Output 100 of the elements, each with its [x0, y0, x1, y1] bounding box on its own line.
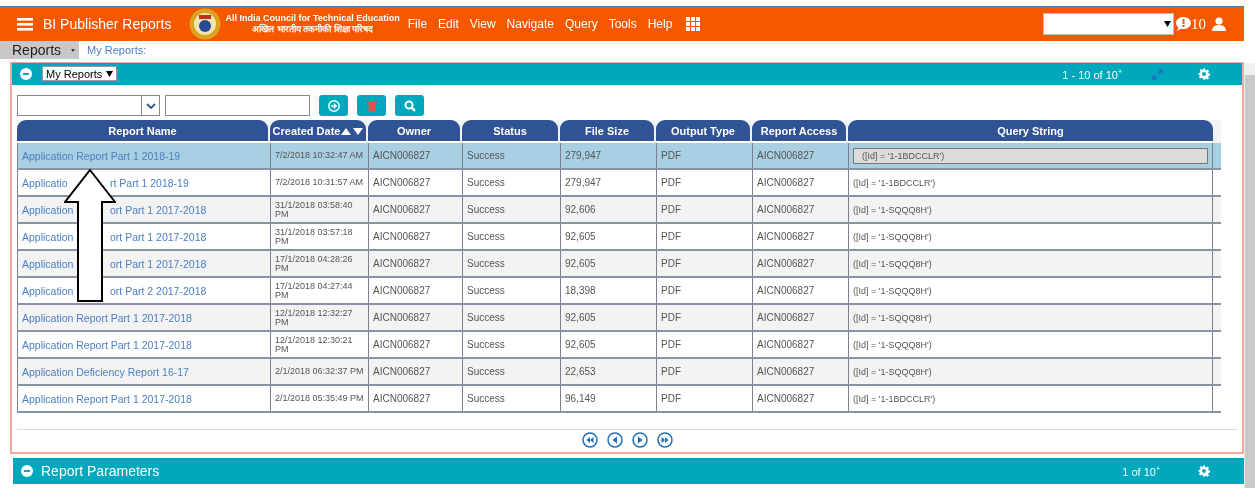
menu-icon[interactable] — [17, 17, 33, 31]
column-header[interactable]: Created Date — [270, 120, 366, 143]
query-field[interactable]: ([Id] = '1-1BDCCLR') — [853, 147, 1208, 164]
collapse-icon[interactable] — [21, 465, 33, 477]
go-button[interactable] — [319, 95, 348, 116]
last-page-icon[interactable] — [656, 432, 673, 448]
view-select[interactable]: My Reports — [42, 66, 118, 81]
breadcrumb-link[interactable]: My Reports: — [87, 44, 147, 56]
apps-grid-icon[interactable] — [686, 17, 701, 31]
table-cell: AICN006827 — [373, 177, 431, 188]
report-link[interactable]: Application — [22, 284, 74, 297]
table-cell: AICN006827 — [373, 312, 431, 323]
table-cell: AICN006827 — [373, 393, 431, 404]
table-cell: Success — [467, 366, 505, 377]
menu-item[interactable]: Query — [564, 17, 598, 31]
table-cell-text: 12/1/2018 12:30:21 PM — [275, 335, 354, 354]
previous-page-icon[interactable] — [606, 432, 623, 448]
scrollbar[interactable] — [1244, 63, 1255, 488]
settings-icon[interactable] — [1198, 68, 1210, 80]
dropdown-field[interactable] — [1043, 13, 1174, 35]
query-string: ([Id] = '1-SQQQ8H') — [853, 231, 932, 242]
expand-icon[interactable] — [1152, 68, 1163, 80]
user-icon[interactable] — [1212, 17, 1226, 31]
organization-name: अखिल भारतीय तकनीकी शिक्षा परिषद — [252, 24, 374, 35]
report-link[interactable]: ort Part 1 2017-2018 — [110, 203, 207, 216]
menu-item[interactable]: File — [407, 17, 428, 31]
table-cell: AICN006827 — [757, 150, 815, 161]
table-row[interactable]: Application Report Part 1 2017-2018 12/1/2018 12:32:27 PM AICN006827 Success 92,605 PDF AICN006827 ([Id] = '1-SQQQ8H') — [17, 305, 1221, 332]
caret-icon — [1164, 21, 1171, 27]
table-cell: PDF — [661, 312, 681, 323]
search-button[interactable] — [395, 95, 424, 116]
table-row[interactable]: Applicatio rt Part 1 2018-19 7/2/2018 10:31:57 AM AICN006827 Success 279,947 PDF AICN006827 ([Id] = '1-1BDCCLR') — [17, 170, 1221, 197]
emblem-icon — [189, 8, 222, 40]
report-link[interactable]: Application Report Part 1 2018-19 — [22, 149, 181, 162]
report-link[interactable]: Application Deficiency Report 16-17 — [22, 365, 189, 378]
table-cell: 18,398 — [565, 285, 596, 296]
column-header[interactable]: Query String — [848, 120, 1213, 143]
table-cell: Success — [467, 177, 505, 188]
menu-item[interactable]: Navigate — [506, 17, 554, 31]
table-cell: 2/1/2018 05:35:49 PM — [275, 394, 364, 403]
notification-icon[interactable] — [1176, 17, 1191, 31]
table-row[interactable]: Application ort Part 2 2017-2018 17/1/2018 04:27:44 PM AICN006827 Success 18,398 PDF AICN006827 ([Id] = '1-SQQQ8H') — [17, 278, 1221, 305]
report-link[interactable]: Application Report Part 1 2017-2018 — [22, 311, 192, 324]
chevron-down-icon — [145, 102, 156, 109]
report-link[interactable]: Application — [22, 203, 74, 216]
table-row[interactable]: Application Report Part 1 2017-2018 12/1/2018 12:30:21 PM AICN006827 Success 92,605 PDF AICN006827 ([Id] = '1-SQQQ8H') — [17, 332, 1221, 359]
settings-icon[interactable] — [1198, 465, 1210, 477]
range-count: 1 - 10 of 10$^{+}$ — [1062, 67, 1122, 81]
table-cell: AICN006827 — [373, 204, 431, 215]
report-link[interactable]: rt Part 1 2018-19 — [110, 176, 189, 189]
column-header[interactable]: Owner — [368, 120, 460, 143]
column-header[interactable]: File Size — [560, 120, 654, 143]
menu-item[interactable]: Edit — [438, 17, 459, 31]
trash-icon — [366, 99, 377, 112]
reports-tab[interactable]: Reports — [0, 41, 79, 59]
table-row[interactable]: Application ort Part 1 2017-2018 31/1/2018 03:57:18 PM AICN006827 Success 92,605 PDF AICN006827 ([Id] = '1-SQQQ8H') — [17, 224, 1221, 251]
column-header[interactable]: Report Name — [17, 120, 268, 143]
caret-icon — [106, 70, 114, 77]
column-header[interactable]: Output Type — [656, 120, 750, 143]
report-link[interactable]: Applicatio — [22, 176, 68, 189]
report-link[interactable]: Application Report Part 1 2017-2018 — [22, 338, 192, 351]
filter-dropdown[interactable] — [17, 95, 160, 116]
report-link[interactable]: Application — [22, 230, 74, 243]
table-cell: Success — [467, 204, 505, 215]
table-row[interactable]: Application Report Part 1 2018-19 7/2/2018 10:32:47 AM AICN006827 Success 279,947 PDF AICN006827 ([Id] = '1-1BDCCLR') — [17, 143, 1221, 170]
menu-item[interactable]: Help — [647, 17, 673, 31]
column-header[interactable]: Report Access — [752, 120, 846, 143]
table-cell: 2/1/2018 06:32:37 PM — [275, 367, 364, 376]
table-cell: PDF — [661, 285, 681, 296]
report-link[interactable]: Application Report Part 1 2017-2018 — [22, 392, 192, 405]
sort-icon[interactable] — [341, 126, 364, 135]
table-row[interactable]: Application Deficiency Report 16-17 2/1/2018 06:32:37 PM AICN006827 Success 22,653 PDF AICN006827 ([Id] = '1-SQQQ8H') — [17, 359, 1221, 386]
menu-item[interactable]: View — [469, 17, 496, 31]
table-cell: Success — [467, 312, 505, 323]
table-cell: AICN006827 — [757, 177, 815, 188]
table-row[interactable]: Application ort Part 1 2017-2018 17/1/2018 04:28:26 PM AICN006827 Success 92,605 PDF AICN006827 ([Id] = '1-SQQQ8H') — [17, 251, 1221, 278]
column-header[interactable]: Status — [462, 120, 558, 143]
collapse-icon[interactable] — [20, 68, 32, 80]
table-cell: 279,947 — [565, 150, 602, 161]
report-link[interactable]: Application — [22, 257, 74, 270]
section-title: Report Parameters — [41, 463, 160, 479]
table-cell-text: 12/1/2018 12:32:27 PM — [275, 308, 354, 327]
first-page-icon[interactable] — [581, 432, 598, 448]
range-count: 1 of 10$^{+}$ — [1122, 464, 1160, 478]
menu-item[interactable]: Tools — [608, 17, 637, 31]
query-string: ([Id] = '1-SQQQ8H') — [853, 204, 932, 215]
table-row[interactable]: Application Report Part 1 2017-2018 2/1/2018 05:35:49 PM AICN006827 Success 96,149 PDF AICN006827 ([Id] = '1-1BDCCLR') — [17, 386, 1221, 413]
next-page-icon[interactable] — [631, 432, 648, 448]
table-cell: AICN006827 — [373, 258, 431, 269]
report-link[interactable]: ort Part 1 2017-2018 — [110, 257, 207, 270]
table-cell: AICN006827 — [373, 150, 431, 161]
table-cell: AICN006827 — [373, 366, 431, 377]
report-link[interactable]: ort Part 1 2017-2018 — [110, 230, 207, 243]
query-string: ([Id] = '1-SQQQ8H') — [853, 312, 932, 323]
report-link[interactable]: ort Part 2 2017-2018 — [110, 284, 207, 297]
search-input[interactable] — [165, 95, 310, 116]
query-string: ([Id] = '1-1BDCCLR') — [853, 393, 936, 404]
table-cell: 96,149 — [565, 393, 596, 404]
table-row[interactable]: Application ort Part 1 2017-2018 31/1/2018 03:58:40 PM AICN006827 Success 92,606 PDF AICN006827 ([Id] = '1-SQQQ8H') — [17, 197, 1221, 224]
table-cell: 92,605 — [565, 231, 596, 242]
